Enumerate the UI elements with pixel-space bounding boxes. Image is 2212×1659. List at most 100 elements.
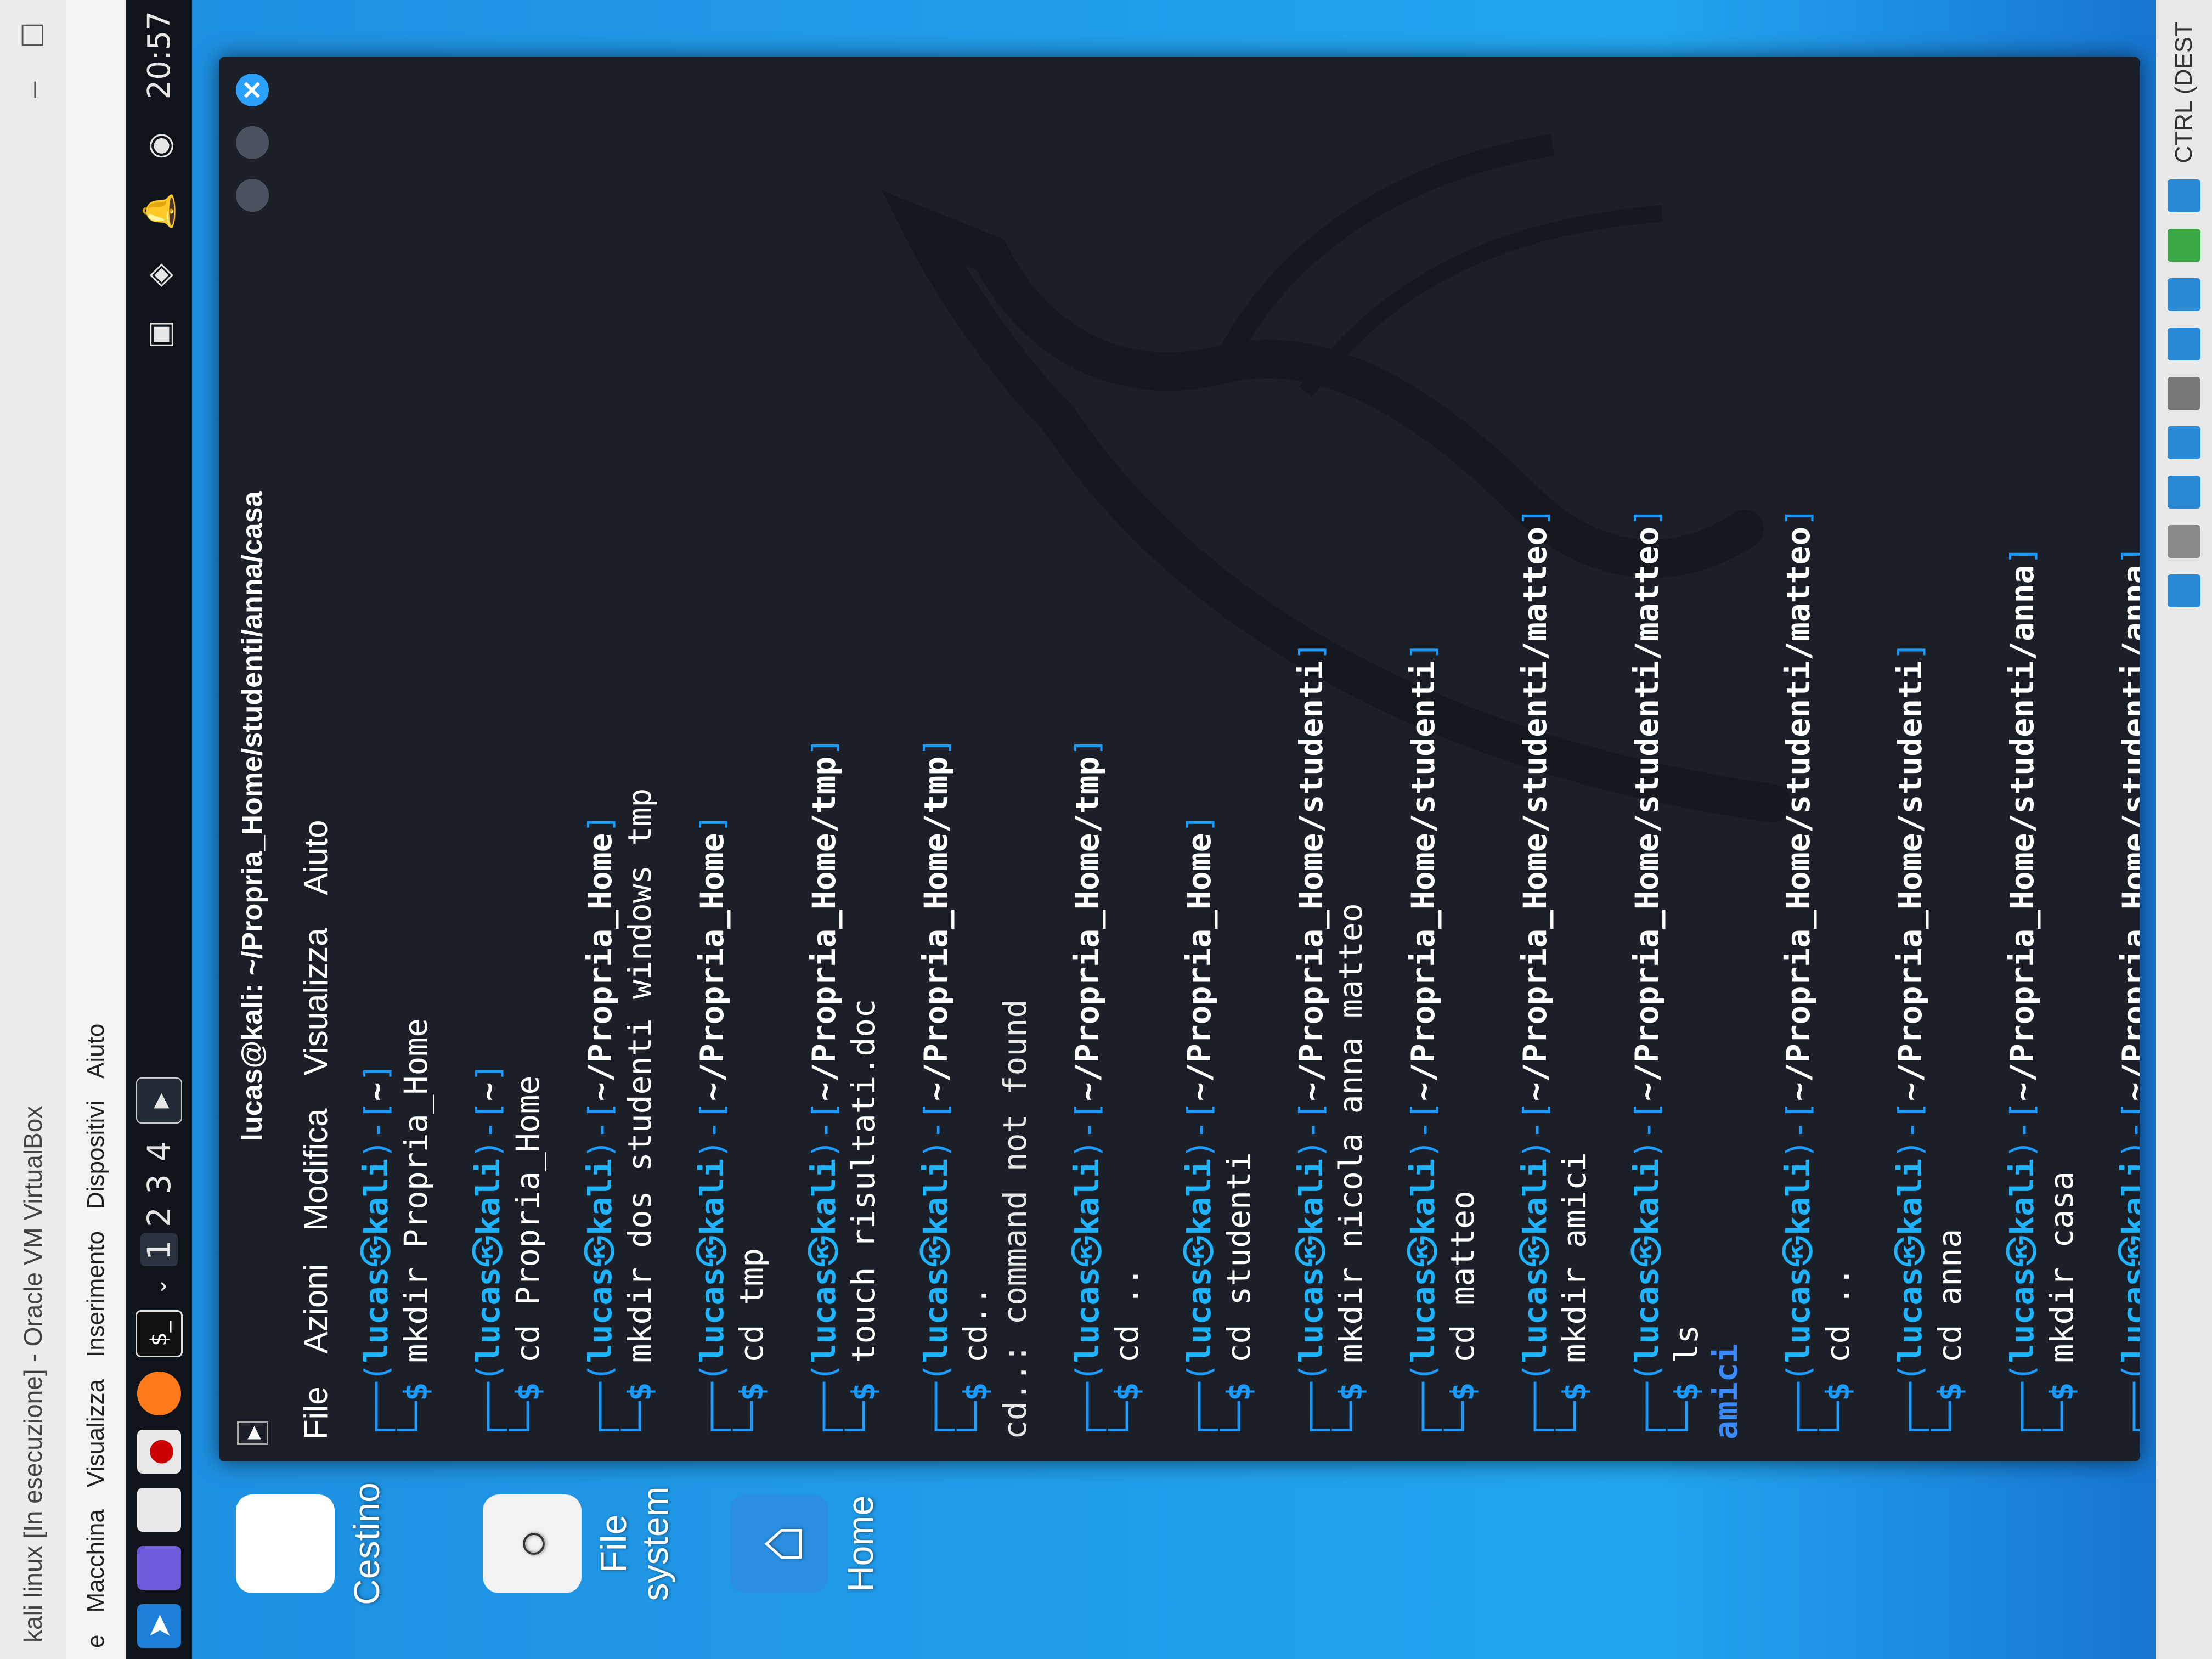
prompt-dollar: $: [1931, 1382, 1968, 1402]
vbox-menu-dispositivi[interactable]: Dispositivi: [82, 1101, 110, 1209]
workspace-1[interactable]: 1: [140, 1233, 178, 1267]
network-icon[interactable]: ◈: [142, 263, 177, 287]
audio-icon[interactable]: [2168, 476, 2200, 509]
workspace-4[interactable]: 4: [140, 1135, 178, 1167]
minimize-icon[interactable]: –: [16, 81, 50, 98]
menu-azioni[interactable]: Azioni: [297, 1264, 335, 1353]
kali-menu-icon[interactable]: ➤: [137, 1604, 181, 1648]
prompt-host: kali: [1181, 1159, 1218, 1235]
prompt-host: kali: [358, 1159, 395, 1235]
cpu-icon[interactable]: [2168, 179, 2200, 213]
prompt-host: kali: [917, 1159, 955, 1235]
prompt-at-icon: ㉿: [1516, 1235, 1554, 1267]
shared-folder-icon[interactable]: [2168, 328, 2200, 361]
hdd-icon[interactable]: [2168, 574, 2200, 608]
prompt-dollar: $: [1444, 1382, 1481, 1402]
vbox-menu-macchina[interactable]: Macchina: [82, 1509, 110, 1612]
vbox-menu-inserimento[interactable]: Inserimento: [82, 1231, 110, 1357]
drive-icon: ○: [483, 1494, 582, 1593]
show-desktop-icon[interactable]: [137, 1546, 181, 1590]
desktop-icon-cestino[interactable]: Cestino: [236, 1462, 387, 1626]
maximize-button[interactable]: [236, 126, 269, 159]
desktop-icon-home[interactable]: ⌂ Home: [730, 1462, 881, 1626]
prompt-user: lucas: [1516, 1267, 1554, 1363]
prompt-path: ~/Propria_Home/studenti: [1892, 661, 1929, 1102]
prompt-line: ┌──(lucas㉿kali)-[~/Propria_Home/studenti…: [1516, 507, 1554, 1440]
prompt-line: ┌──(lucas㉿kali)-[~/Propria_Home/studenti…: [2004, 545, 2041, 1440]
network-adapter-icon[interactable]: [2168, 426, 2200, 460]
command-text: cd ..: [1108, 1267, 1146, 1363]
workspace-3[interactable]: 3: [140, 1167, 178, 1200]
desktop-icon-label: File system: [593, 1486, 675, 1601]
clock[interactable]: 20:57: [142, 11, 177, 99]
terminal-titlebar[interactable]: ▸ lucas@kali: ~/Propria_Home/studenti/an…: [219, 57, 285, 1462]
prompt-at-icon: ㉿: [1780, 1235, 1817, 1267]
prompt-path: ~/Propria_Home/studenti/anna: [2004, 565, 2041, 1102]
prompt-dollar: $: [957, 1382, 994, 1402]
prompt-at-icon: ㉿: [470, 1235, 507, 1267]
command-line: └─$ mkdir dos studenti windows tmp: [621, 788, 658, 1440]
prompt-host: kali: [1069, 1159, 1106, 1235]
prompt-at-icon: ㉿: [1181, 1235, 1218, 1267]
menu-modifica[interactable]: Modifica: [297, 1108, 335, 1231]
screen-icon[interactable]: ▣: [142, 320, 177, 349]
close-button[interactable]: ✕: [236, 74, 269, 106]
prompt-dollar: $: [2043, 1382, 2080, 1402]
prompt-host: kali: [1628, 1159, 1666, 1235]
command-line: └─$ cd matteo: [1444, 1190, 1481, 1440]
terminal-launcher-icon[interactable]: $_: [136, 1310, 183, 1357]
terminal-task-icon[interactable]: ▸: [136, 1077, 182, 1124]
menu-aiuto[interactable]: Aiuto: [297, 820, 335, 895]
minimize-button[interactable]: [236, 179, 269, 212]
prompt-host: kali: [2004, 1159, 2041, 1235]
terminal-command-block: ┌──(lucas㉿kali)-[~/Propria_Home/studenti…: [1891, 79, 1970, 1440]
prompt-user: lucas: [1293, 1267, 1330, 1363]
text-editor-icon[interactable]: ●: [137, 1430, 181, 1474]
host-key-label: CTRL (DEST: [2170, 22, 2197, 163]
vbox-menu-aiuto[interactable]: Aiuto: [82, 1024, 110, 1079]
menu-visualizza[interactable]: Visualizza: [297, 928, 335, 1075]
terminal-command-block: ┌──(lucas㉿kali)-[~/Propria_Home/studenti…: [1627, 79, 1746, 1440]
command-line: └─$ cd anna: [1931, 1228, 1968, 1440]
recording-icon[interactable]: [2168, 229, 2200, 262]
prompt-user: lucas: [1404, 1267, 1442, 1363]
usb-icon[interactable]: [2168, 377, 2200, 410]
firefox-icon[interactable]: [137, 1372, 181, 1415]
power-icon[interactable]: ◉: [142, 132, 177, 159]
prompt-dollar: $: [1332, 1382, 1369, 1402]
menu-file[interactable]: File: [297, 1386, 335, 1440]
terminal-command-block: ┌──(lucas㉿kali)-[~/Propria_Home/studenti…: [1515, 79, 1594, 1440]
prompt-line: ┌──(lucas㉿kali)-[~/Propria_Home/tmp]: [1069, 737, 1106, 1440]
notification-bell-icon[interactable]: 🔔: [141, 192, 177, 230]
prompt-path: ~/Propria_Home: [1181, 833, 1218, 1102]
prompt-line: ┌──(lucas㉿kali)-[~/Propria_Home/studenti…: [1404, 641, 1442, 1440]
optical-drive-icon[interactable]: [2168, 525, 2200, 558]
desktop-icon-filesystem[interactable]: ○ File system: [483, 1462, 676, 1626]
terminal-command-block: ┌──(lucas㉿kali)-[~/Propria_Home] └─$ cd s…: [1180, 79, 1259, 1440]
display-icon[interactable]: [2168, 278, 2200, 312]
command-line: └─$ cd tmp: [733, 1248, 770, 1440]
terminal-body[interactable]: ┌──(lucas㉿kali)-[~] └─$ mkdir Propria_Hom…: [346, 57, 2140, 1462]
prompt-dollar: $: [1819, 1382, 1857, 1402]
file-manager-icon[interactable]: [137, 1488, 181, 1532]
maximize-icon[interactable]: ☐: [16, 22, 50, 48]
terminal-command-block: ┌──(lucas㉿kali)-[~] └─$ mkdir Propria_Hom…: [357, 79, 436, 1440]
workspace-2[interactable]: 2: [140, 1200, 178, 1233]
prompt-user: lucas: [1892, 1267, 1929, 1363]
terminal-window[interactable]: ▸ lucas@kali: ~/Propria_Home/studenti/an…: [219, 57, 2140, 1462]
prompt-host: kali: [1516, 1159, 1554, 1235]
command-line: └─$ mkdir nicola anna matteo: [1332, 903, 1369, 1440]
prompt-path: ~/Propria_Home: [693, 833, 731, 1102]
prompt-at-icon: ㉿: [1404, 1235, 1442, 1267]
command-text: touch risultati.doc: [845, 998, 882, 1363]
chevron-down-icon[interactable]: ⌄: [146, 1277, 172, 1296]
command-text: mkdir amici: [1556, 1152, 1593, 1363]
vbox-menu-prefix[interactable]: e: [82, 1635, 110, 1648]
command-line: └─$ cd ..: [1819, 1267, 1857, 1440]
command-text: mkdir dos studenti windows tmp: [621, 788, 658, 1363]
command-text: mkdir casa: [2043, 1171, 2080, 1363]
command-line: └─$ touch risultati.doc: [845, 998, 882, 1440]
terminal-command-block: ┌──(lucas㉿kali)-[~/Propria_Home/tmp] └─$ …: [1068, 79, 1147, 1440]
command-line: └─$ mkdir casa: [2043, 1171, 2080, 1440]
vbox-menu-visualizza[interactable]: Visualizza: [82, 1379, 110, 1487]
